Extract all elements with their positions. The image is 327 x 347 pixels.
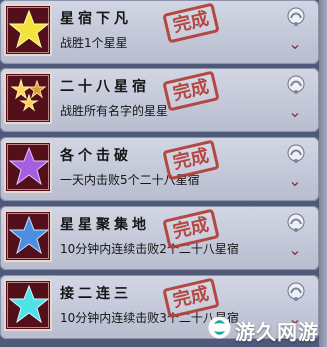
watermark: 游久网游 (207, 315, 327, 344)
achievement-icon (4, 4, 52, 56)
achievement-card-4[interactable]: 星星聚集地 10分钟内连续击败2个二十八星宿 完成 ⌄ (0, 206, 319, 270)
chevron-down-icon[interactable]: ⌄ (287, 173, 303, 189)
scrollbar-rail[interactable] (319, 0, 327, 347)
blue-star-icon (9, 215, 49, 255)
bell-icon[interactable] (285, 281, 307, 303)
achievement-icon (4, 279, 52, 331)
achievement-title: 星宿下凡 (60, 11, 132, 27)
purple-star-icon (9, 146, 49, 186)
achievement-description: 战胜所有名字的星星 (60, 104, 169, 118)
chevron-down-icon[interactable]: ⌄ (287, 242, 303, 258)
bell-icon[interactable] (285, 74, 307, 96)
yellow-star-icon (9, 9, 49, 49)
cyan-star-icon (9, 284, 49, 324)
achievement-title: 各个击破 (60, 148, 132, 164)
achievement-icon (4, 72, 52, 124)
gold-stars-icon (10, 78, 47, 112)
watermark-text: 游久网游 (235, 320, 319, 344)
watermark-logo-icon (208, 316, 231, 339)
achievement-list: 星宿下凡 战胜1个星星 完成 ⌄ 二十八星宿 战胜所有名字的星星 完成 ⌄ 各个… (0, 0, 327, 347)
bell-icon[interactable] (285, 6, 307, 28)
achievement-description: 10分钟内连续击败2个二十八星宿 (60, 242, 239, 256)
achievement-card-1[interactable]: 星宿下凡 战胜1个星星 完成 ⌄ (0, 0, 319, 64)
achievement-title: 星星聚集地 (60, 217, 150, 233)
achievement-card-3[interactable]: 各个击破 一天内击败5个二十八星宿 完成 ⌄ (0, 137, 319, 201)
completed-stamp: 完成 (162, 2, 220, 44)
achievement-description: 战胜1个星星 (60, 36, 128, 50)
achievement-title: 二十八星宿 (60, 79, 150, 95)
completed-stamp: 完成 (162, 139, 220, 181)
achievement-title: 接二连三 (60, 286, 132, 302)
bell-icon[interactable] (285, 143, 307, 165)
chevron-down-icon[interactable]: ⌄ (287, 104, 303, 120)
achievement-icon (4, 210, 52, 262)
achievement-card-2[interactable]: 二十八星宿 战胜所有名字的星星 完成 ⌄ (0, 68, 319, 132)
completed-stamp: 完成 (162, 70, 220, 112)
chevron-down-icon[interactable]: ⌄ (287, 36, 303, 52)
bell-icon[interactable] (285, 212, 307, 234)
achievement-icon (4, 141, 52, 193)
